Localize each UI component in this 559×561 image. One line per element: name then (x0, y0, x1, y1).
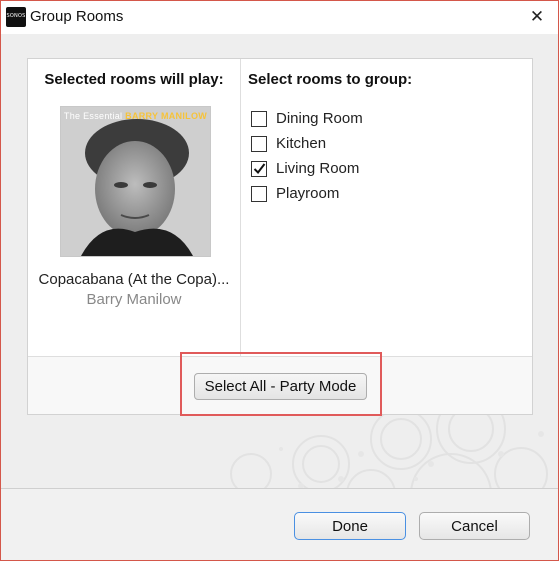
close-icon[interactable]: ✕ (524, 5, 550, 29)
room-list: Dining Room Kitchen Living Room Playroom (251, 106, 363, 206)
checkmark-icon (253, 162, 266, 174)
now-playing-heading: Selected rooms will play: (44, 71, 224, 88)
window-title: Group Rooms (30, 8, 124, 25)
room-selection-section: Select rooms to group: Dining Room Kitch… (241, 59, 532, 356)
room-playroom[interactable]: Playroom (251, 181, 363, 206)
album-cover-artist: BARRY MANILOW (125, 111, 208, 121)
checkbox-checked[interactable] (251, 160, 267, 177)
track-title: Copacabana (At the Copa)... (38, 271, 230, 288)
title-bar: SONOS Group Rooms ✕ (1, 1, 558, 34)
checkbox-unchecked[interactable] (251, 135, 267, 152)
room-label: Living Room (276, 160, 360, 177)
cancel-button[interactable]: Cancel (419, 512, 530, 540)
checkbox-unchecked[interactable] (251, 185, 267, 202)
dialog-footer: Done Cancel (1, 489, 558, 560)
room-label: Kitchen (276, 135, 327, 152)
room-living-room[interactable]: Living Room (251, 156, 363, 181)
album-art: The Essential BARRY MANILOW (60, 106, 211, 257)
room-label: Dining Room (276, 110, 363, 127)
room-dining-room[interactable]: Dining Room (251, 106, 363, 131)
checkbox-unchecked[interactable] (251, 110, 267, 127)
album-cover-prefix: The Essential (63, 111, 126, 121)
room-label: Playroom (276, 185, 340, 202)
done-button[interactable]: Done (294, 512, 406, 540)
group-rooms-dialog: SONOS Group Rooms ✕ Selected rooms will … (0, 0, 559, 561)
highlight-annotation-box (180, 352, 382, 416)
album-portrait-image (61, 107, 210, 256)
room-kitchen[interactable]: Kitchen (251, 131, 363, 156)
sonos-app-icon: SONOS (6, 7, 26, 27)
dialog-body: Selected rooms will play: The Essential … (1, 34, 558, 560)
track-artist: Barry Manilow (86, 291, 182, 308)
app-icon-text: SONOS (6, 13, 26, 19)
room-selection-heading: Select rooms to group: (248, 71, 413, 88)
album-cover-title: The Essential BARRY MANILOW (61, 107, 210, 121)
now-playing-section: Selected rooms will play: The Essential … (28, 59, 241, 356)
